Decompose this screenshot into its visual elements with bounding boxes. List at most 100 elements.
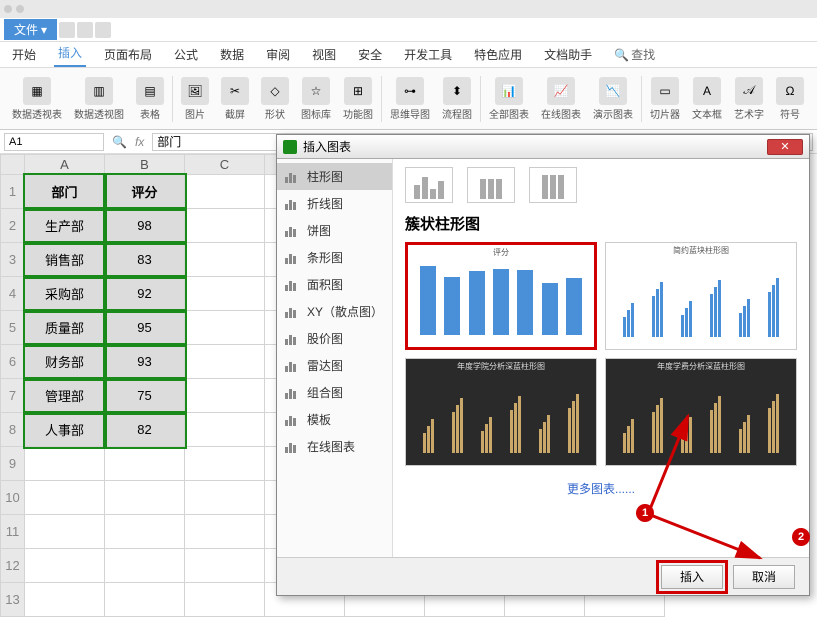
rib-pivot-table[interactable]: ▦数据透视表 <box>8 77 66 121</box>
chart-preview[interactable]: 年度学院分析深蓝柱形图 <box>405 358 597 466</box>
tab-search[interactable]: 🔍 查找 <box>610 42 659 67</box>
row-header[interactable]: 10 <box>1 481 25 515</box>
chart-category-item[interactable]: 饼图 <box>277 217 392 244</box>
redo-icon[interactable] <box>95 22 111 38</box>
row-header[interactable]: 5 <box>1 311 25 345</box>
cell[interactable] <box>185 379 265 413</box>
file-menu[interactable]: 文件 ▾ <box>4 19 57 40</box>
row-header[interactable]: 6 <box>1 345 25 379</box>
row-header[interactable]: 2 <box>1 209 25 243</box>
rib-all-charts[interactable]: 📊全部图表 <box>485 77 533 121</box>
tab-data[interactable]: 数据 <box>216 42 248 67</box>
tab-formula[interactable]: 公式 <box>170 42 202 67</box>
subtype-100stacked[interactable] <box>529 167 577 203</box>
chart-category-item[interactable]: 雷达图 <box>277 352 392 379</box>
cell[interactable]: 95 <box>105 311 185 345</box>
col-header[interactable]: C <box>185 155 265 175</box>
tab-insert[interactable]: 插入 <box>54 40 86 67</box>
cell[interactable] <box>105 549 185 583</box>
cell[interactable] <box>185 311 265 345</box>
cell[interactable] <box>185 345 265 379</box>
tab-special[interactable]: 特色应用 <box>470 42 526 67</box>
cell[interactable] <box>25 549 105 583</box>
cell[interactable]: 销售部 <box>25 243 105 277</box>
rib-picture[interactable]: 🖼图片 <box>177 77 213 121</box>
save-icon[interactable] <box>59 22 75 38</box>
cell[interactable]: 82 <box>105 413 185 447</box>
rib-online-charts[interactable]: 📈在线图表 <box>537 77 585 121</box>
cancel-button[interactable]: 取消 <box>733 565 795 589</box>
tab-safety[interactable]: 安全 <box>354 42 386 67</box>
cell[interactable]: 采购部 <box>25 277 105 311</box>
cell[interactable] <box>25 447 105 481</box>
rib-func-chart[interactable]: ⊞功能图 <box>339 77 377 121</box>
cell[interactable]: 83 <box>105 243 185 277</box>
cell[interactable]: 生产部 <box>25 209 105 243</box>
cell[interactable]: 评分 <box>105 175 185 209</box>
row-header[interactable]: 11 <box>1 515 25 549</box>
rib-demo-charts[interactable]: 📉演示图表 <box>589 77 637 121</box>
cell[interactable] <box>25 515 105 549</box>
col-header[interactable]: B <box>105 155 185 175</box>
cell[interactable] <box>105 481 185 515</box>
rib-shapes[interactable]: ◇形状 <box>257 77 293 121</box>
row-header[interactable]: 3 <box>1 243 25 277</box>
cell[interactable] <box>185 481 265 515</box>
row-header[interactable]: 13 <box>1 583 25 617</box>
cell[interactable] <box>185 413 265 447</box>
chart-category-item[interactable]: XY（散点图） <box>277 298 392 325</box>
chart-preview[interactable]: 年度学费分析深蓝柱形图 <box>605 358 797 466</box>
rib-screenshot[interactable]: ✂截屏 <box>217 77 253 121</box>
tab-review[interactable]: 审阅 <box>262 42 294 67</box>
cell[interactable] <box>105 583 185 617</box>
chart-preview[interactable]: 评分 <box>405 242 597 350</box>
zoom-icon[interactable]: 🔍 <box>112 135 127 149</box>
cell[interactable] <box>185 447 265 481</box>
cell[interactable] <box>185 243 265 277</box>
tab-home[interactable]: 开始 <box>8 42 40 67</box>
cell[interactable]: 质量部 <box>25 311 105 345</box>
cell[interactable] <box>185 277 265 311</box>
chart-category-item[interactable]: 在线图表 <box>277 433 392 460</box>
tab-assistant[interactable]: 文档助手 <box>540 42 596 67</box>
tab-dev[interactable]: 开发工具 <box>400 42 456 67</box>
close-button[interactable]: ✕ <box>767 139 803 155</box>
rib-icons[interactable]: ☆图标库 <box>297 77 335 121</box>
cell[interactable]: 人事部 <box>25 413 105 447</box>
tab-view[interactable]: 视图 <box>308 42 340 67</box>
cell[interactable] <box>25 481 105 515</box>
rib-pivot-chart[interactable]: ▥数据透视图 <box>70 77 128 121</box>
chart-category-item[interactable]: 组合图 <box>277 379 392 406</box>
rib-wordart[interactable]: 𝒜艺术字 <box>730 77 768 121</box>
insert-button[interactable]: 插入 <box>661 565 723 589</box>
more-charts-link[interactable]: 更多图表...... <box>405 480 797 497</box>
cell[interactable] <box>185 209 265 243</box>
cell[interactable] <box>185 583 265 617</box>
row-header[interactable]: 9 <box>1 447 25 481</box>
cell[interactable]: 财务部 <box>25 345 105 379</box>
tab-layout[interactable]: 页面布局 <box>100 42 156 67</box>
chart-category-item[interactable]: 条形图 <box>277 244 392 271</box>
row-header[interactable]: 7 <box>1 379 25 413</box>
chart-category-item[interactable]: 柱形图 <box>277 163 392 190</box>
row-header[interactable]: 8 <box>1 413 25 447</box>
chart-category-item[interactable]: 面积图 <box>277 271 392 298</box>
cell[interactable]: 管理部 <box>25 379 105 413</box>
cell[interactable] <box>105 515 185 549</box>
rib-table[interactable]: ▤表格 <box>132 77 168 121</box>
rib-slicer[interactable]: ▭切片器 <box>646 77 684 121</box>
row-header[interactable]: 1 <box>1 175 25 209</box>
cell[interactable]: 93 <box>105 345 185 379</box>
name-box[interactable] <box>4 133 104 151</box>
row-header[interactable]: 12 <box>1 549 25 583</box>
chart-category-item[interactable]: 模板 <box>277 406 392 433</box>
cell[interactable] <box>185 175 265 209</box>
rib-flowchart[interactable]: ⬍流程图 <box>438 77 476 121</box>
cell[interactable] <box>25 583 105 617</box>
undo-icon[interactable] <box>77 22 93 38</box>
subtype-stacked[interactable] <box>467 167 515 203</box>
col-header[interactable]: A <box>25 155 105 175</box>
cell[interactable]: 92 <box>105 277 185 311</box>
subtype-clustered[interactable] <box>405 167 453 203</box>
dialog-titlebar[interactable]: 插入图表 ✕ <box>277 135 809 159</box>
